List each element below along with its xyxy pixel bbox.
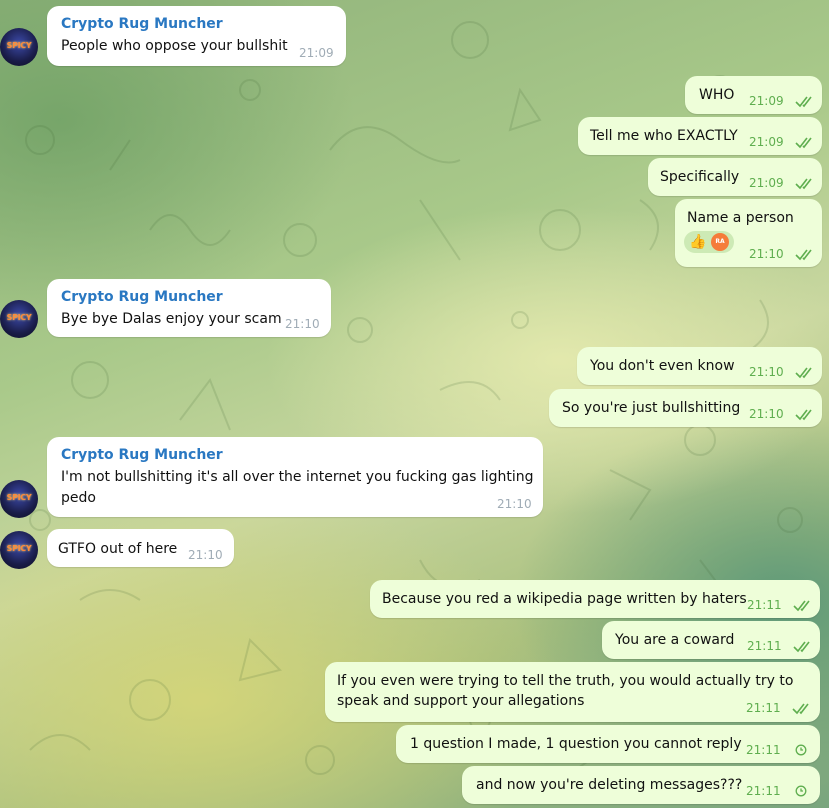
double-check-icon [795, 367, 812, 379]
message-time: 21:10 [749, 365, 784, 379]
message-time: 21:11 [747, 639, 782, 653]
sender-avatar[interactable]: SPICY [0, 531, 38, 569]
outgoing-message[interactable]: Specifically 21:09 [648, 158, 822, 196]
message-time: 21:11 [746, 743, 781, 757]
message-text: GTFO out of here [58, 541, 178, 557]
avatar-label: SPICY [6, 493, 32, 502]
double-check-icon [793, 641, 810, 653]
message-text: So you're just bullshitting [562, 400, 741, 416]
clock-icon [795, 744, 807, 756]
avatar-label: SPICY [6, 313, 32, 322]
message-time: 21:09 [299, 46, 334, 60]
message-text: WHO [699, 87, 735, 103]
message-text: Because you red a wikipedia page written… [382, 591, 747, 607]
incoming-message[interactable]: Crypto Rug Muncher Bye bye Dalas enjoy y… [47, 279, 331, 337]
outgoing-message[interactable]: You don't even know 21:10 [577, 347, 822, 385]
message-text: Bye bye Dalas enjoy your scam [61, 311, 282, 327]
message-time: 21:10 [497, 497, 532, 511]
message-time: 21:11 [746, 784, 781, 798]
outgoing-message[interactable]: WHO 21:09 [685, 76, 822, 114]
outgoing-message[interactable]: Tell me who EXACTLY 21:09 [578, 117, 822, 155]
message-text: speak and support your allegations [337, 693, 585, 709]
message-text: pedo [61, 490, 96, 506]
reaction-user-avatar: RA [711, 233, 729, 251]
incoming-message[interactable]: Crypto Rug Muncher I'm not bullshitting … [47, 437, 543, 517]
message-time: 21:09 [749, 176, 784, 190]
message-time: 21:09 [749, 135, 784, 149]
outgoing-message[interactable]: 1 question I made, 1 question you cannot… [396, 725, 820, 763]
double-check-icon [795, 249, 812, 261]
message-text: and now you're deleting messages??? [476, 777, 743, 793]
outgoing-message[interactable]: Because you red a wikipedia page written… [370, 580, 820, 618]
thumbs-up-icon: 👍 [689, 234, 707, 250]
avatar-label: SPICY [6, 41, 32, 50]
message-text: Tell me who EXACTLY [590, 128, 738, 144]
sender-name[interactable]: Crypto Rug Muncher [61, 447, 223, 463]
sender-avatar[interactable]: SPICY [0, 28, 38, 66]
message-text: Specifically [660, 169, 740, 185]
message-text: 1 question I made, 1 question you cannot… [410, 736, 742, 752]
double-check-icon [795, 96, 812, 108]
sender-name[interactable]: Crypto Rug Muncher [61, 16, 223, 32]
outgoing-message[interactable]: So you're just bullshitting 21:10 [549, 389, 822, 427]
outgoing-message[interactable]: You are a coward 21:11 [602, 621, 820, 659]
sender-name[interactable]: Crypto Rug Muncher [61, 289, 223, 305]
message-time: 21:11 [746, 701, 781, 715]
message-time: 21:10 [188, 548, 223, 562]
message-time: 21:10 [749, 407, 784, 421]
double-check-icon [793, 600, 810, 612]
message-text: I'm not bullshitting it's all over the i… [61, 469, 534, 485]
double-check-icon [795, 409, 812, 421]
avatar-label: SPICY [6, 544, 32, 553]
sender-avatar[interactable]: SPICY [0, 480, 38, 518]
double-check-icon [795, 137, 812, 149]
message-time: 21:10 [749, 247, 784, 261]
double-check-icon [792, 703, 809, 715]
outgoing-message[interactable]: and now you're deleting messages??? 21:1… [462, 766, 820, 804]
sender-avatar[interactable]: SPICY [0, 300, 38, 338]
double-check-icon [795, 178, 812, 190]
clock-icon [795, 785, 807, 797]
message-text: You don't even know [590, 358, 735, 374]
message-text: People who oppose your bullshit [61, 38, 288, 54]
incoming-message[interactable]: GTFO out of here 21:10 [47, 529, 234, 567]
message-text: Name a person [687, 210, 794, 226]
message-time: 21:10 [285, 317, 320, 331]
incoming-message[interactable]: Crypto Rug Muncher People who oppose you… [47, 6, 346, 66]
message-reaction[interactable]: 👍 RA [684, 231, 734, 253]
outgoing-message[interactable]: If you even were trying to tell the trut… [325, 662, 820, 722]
outgoing-message[interactable]: Name a person 👍 RA 21:10 [675, 199, 822, 267]
message-time: 21:09 [749, 94, 784, 108]
message-time: 21:11 [747, 598, 782, 612]
message-text: You are a coward [615, 632, 735, 648]
message-text: If you even were trying to tell the trut… [337, 673, 794, 689]
